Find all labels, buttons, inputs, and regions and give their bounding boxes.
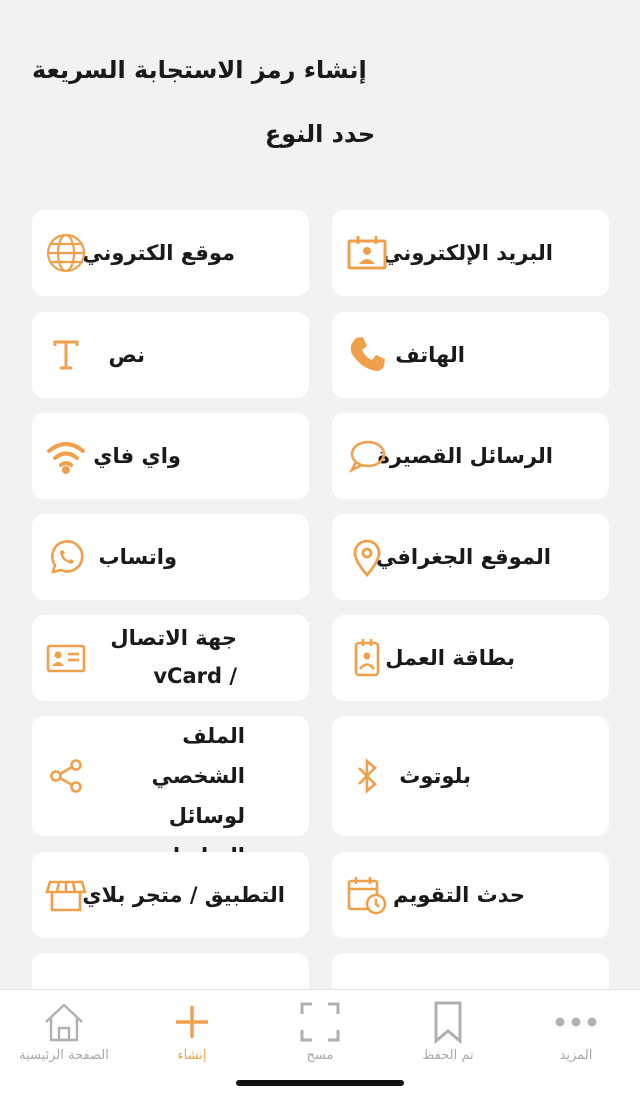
home-icon [0,998,128,1046]
type-card-app-store[interactable]: التطبيق / متجر بلاي [32,852,309,938]
type-card-social-profile[interactable]: الملف الشخصي لوسائل التواصل الاجتماعي [32,716,309,908]
type-label: البريد الإلكتروني [382,241,553,265]
bookmark-icon [384,998,512,1046]
bluetooth-icon [346,755,388,797]
tab-home[interactable]: الصفحة الرئيسية [0,998,128,1063]
tab-saved[interactable]: تم الحفظ [384,998,512,1063]
chat-bubble-icon [346,435,388,477]
type-label: حدث التقويم [393,883,525,907]
wifi-icon [45,435,87,477]
type-label: بلوتوث [399,764,471,788]
globe-icon [45,232,87,274]
tab-label: الصفحة الرئيسية [19,1048,109,1063]
type-label: واتساب [98,545,178,569]
whatsapp-icon [45,536,87,578]
type-label: التطبيق / متجر بلاي [82,883,285,907]
type-card-text[interactable]: نص [32,312,309,398]
type-label: الهاتف [395,343,465,367]
phone-icon [346,334,388,376]
tab-label: مسح [306,1048,334,1063]
plus-icon [128,998,256,1046]
create-qr-screen: إنشاء رمز الاستجابة السريعة حدد النوع ال… [0,0,640,1102]
type-card-email[interactable]: البريد الإلكتروني [332,210,609,296]
location-pin-icon [346,536,388,578]
tab-create[interactable]: إنشاء [128,998,256,1063]
type-card-business-card[interactable]: بطاقة العمل [332,615,609,701]
contact-card-icon [45,637,87,679]
type-card-phone[interactable]: الهاتف [332,312,609,398]
tab-label: تم الحفظ [422,1048,474,1063]
type-card-vcard[interactable]: جهة الاتصال / vCard [32,615,309,701]
badge-icon [346,637,388,679]
tab-more[interactable]: المزيد [512,998,640,1063]
bottom-tab-bar: الصفحة الرئيسية إنشاء مسح تم الحفظ المزي… [0,989,640,1102]
partial-icon [45,976,87,989]
type-label: الرسائل القصيرة [377,444,553,468]
tab-label: المزيد [559,1048,593,1063]
page-title: إنشاء رمز الاستجابة السريعة [32,56,367,84]
type-label: بطاقة العمل [385,646,515,670]
scan-icon [256,998,384,1046]
share-icon [45,755,87,797]
calendar-clock-icon [346,874,388,916]
type-card-calendar-event[interactable]: حدث التقويم [332,852,609,938]
type-label: جهة الاتصال / vCard [110,626,237,688]
type-card-whatsapp[interactable]: واتساب [32,514,309,600]
text-icon [45,334,87,376]
store-icon [45,874,87,916]
type-card-sms[interactable]: الرسائل القصيرة [332,413,609,499]
partial-icon [346,976,388,989]
type-label: نص [108,343,145,367]
more-dots-icon [512,998,640,1046]
type-label: الموقع الجغرافي [375,545,551,569]
type-label: موقع الكتروني [82,241,235,265]
type-label: واي فاي [93,444,181,468]
type-card-wifi[interactable]: واي فاي [32,413,309,499]
home-indicator [236,1080,404,1086]
type-card-location[interactable]: الموقع الجغرافي [332,514,609,600]
type-card-partial-right[interactable] [332,953,609,989]
section-title: حدد النوع [264,120,376,148]
type-grid: البريد الإلكتروني موقع الكتروني الهاتف ن… [0,210,640,989]
type-card-website[interactable]: موقع الكتروني [32,210,309,296]
type-card-bluetooth[interactable]: بلوتوث [332,716,609,836]
email-card-icon [346,232,388,274]
tab-label: إنشاء [177,1048,207,1063]
type-card-partial-left[interactable] [32,953,309,989]
tab-scan[interactable]: مسح [256,998,384,1063]
